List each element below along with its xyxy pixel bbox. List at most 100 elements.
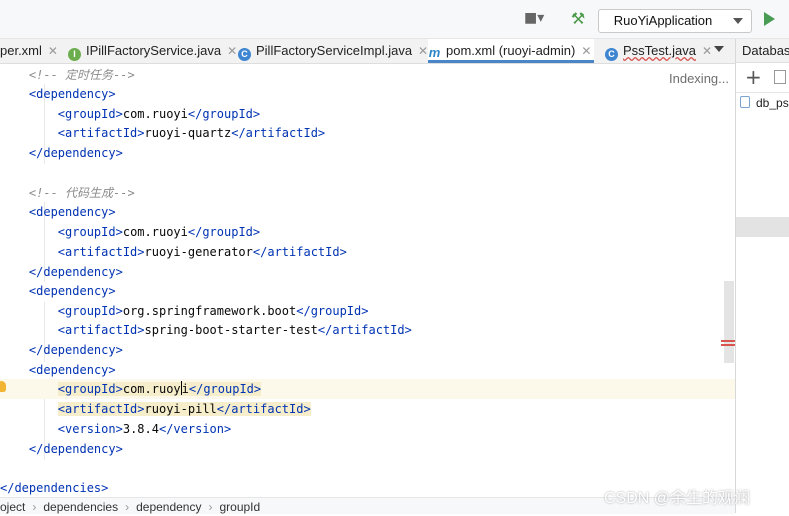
code-line: <!-- 定时任务--> <box>0 65 735 85</box>
code-line: <artifactId>ruoyi-quartz</artifactId> <box>57 126 326 140</box>
code-text: spring-boot-starter-test <box>144 323 318 337</box>
close-icon[interactable]: ✕ <box>227 44 237 58</box>
tag-name: dependency <box>43 146 116 160</box>
indexing-status: Indexing... <box>669 71 729 86</box>
tabs-overflow-chevron-icon[interactable] <box>714 46 724 52</box>
database-tree-item[interactable]: db_ps <box>740 96 789 114</box>
breadcrumb-item[interactable]: dependencies <box>43 500 118 514</box>
run-configuration-select[interactable]: RuoYiApplication <box>598 9 752 33</box>
code-line: <version>3.8.4</version> <box>57 422 232 436</box>
tag-name: groupId <box>65 225 116 239</box>
tab-ipillfactoryservice[interactable]: I IPillFactoryService.java ✕ <box>68 39 237 63</box>
code-editor[interactable]: <!-- 定时任务--> <dependency> <groupId>com.r… <box>0 64 735 496</box>
code-text: com.ruoy <box>122 382 181 396</box>
user-icon[interactable]: ■▾ <box>524 10 554 28</box>
code-text: com.ruoyi <box>122 225 188 239</box>
code-text: ruoyi-generator <box>144 245 253 259</box>
tab-label: PillFactoryServiceImpl.java <box>256 43 413 58</box>
tag-name: groupId <box>65 382 116 396</box>
tag-name: artifactId <box>65 245 138 259</box>
breadcrumb-separator-icon: › <box>32 500 37 514</box>
panel-highlight-row <box>736 217 789 237</box>
code-line: </dependency> <box>28 265 123 279</box>
breadcrumb-item[interactable]: dependency <box>136 500 201 514</box>
code-line: <!-- 代码生成--> <box>0 183 735 203</box>
tag-name: artifactId <box>231 402 304 416</box>
breadcrumb-item[interactable]: groupId <box>219 500 260 514</box>
watermark: CSDN @余生的观澜 <box>604 490 751 507</box>
tab-per-xml[interactable]: per.xml ✕ <box>0 39 58 63</box>
code-line: </dependency> <box>28 343 123 357</box>
tag-name: groupId <box>65 304 116 318</box>
build-hammer-icon[interactable]: ⚒ <box>567 8 589 30</box>
class-icon: C <box>238 48 251 61</box>
lightbulb-icon[interactable] <box>0 381 6 392</box>
code-line-current: <groupId>com.ruoyi</groupId> <box>0 379 735 399</box>
breadcrumb-separator-icon: › <box>125 500 130 514</box>
code-comment: <!-- 定时任务--> <box>28 68 135 82</box>
code-text: ruoyi-quartz <box>144 126 232 140</box>
code-text: ruoyi-pill <box>144 402 217 416</box>
code-line: <dependency> <box>28 87 116 101</box>
top-toolbar: ■▾ ⚒ RuoYiApplication <box>0 0 789 39</box>
code-text: 3.8.4 <box>122 422 159 436</box>
tab-label: pom.xml (ruoyi-admin) <box>446 43 576 58</box>
tag-name: artifactId <box>65 323 138 337</box>
tag-name: groupId <box>65 107 116 121</box>
tag-name: artifactId <box>267 245 340 259</box>
code-comment: <!-- 代码生成--> <box>28 186 135 200</box>
database-name: db_ps <box>756 96 789 110</box>
close-icon[interactable]: ✕ <box>581 44 591 58</box>
run-play-icon[interactable] <box>764 12 775 26</box>
chevron-down-icon <box>733 18 743 24</box>
error-stripe-marker[interactable] <box>721 340 735 342</box>
editor-tab-bar: per.xml ✕ I IPillFactoryService.java ✕ C Pil… <box>0 39 735 64</box>
tab-pillfactoryserviceimpl[interactable]: C PillFactoryServiceImpl.java ✕ <box>238 39 428 63</box>
maven-icon: m <box>428 45 441 60</box>
database-panel-title: Database <box>736 39 789 63</box>
code-text: org.springframework.boot <box>122 304 297 318</box>
code-line: <groupId>com.ruoyi</groupId> <box>57 225 261 239</box>
code-line: <artifactId>spring-boot-starter-test</ar… <box>57 323 412 337</box>
code-line: </dependency> <box>28 146 123 160</box>
add-icon[interactable]: + <box>745 66 762 88</box>
database-icon <box>740 96 750 108</box>
tab-label: IPillFactoryService.java <box>86 43 222 58</box>
tag-name: dependency <box>43 343 116 357</box>
code-text: i <box>181 382 189 396</box>
tag-name: artifactId <box>65 126 138 140</box>
tag-name: dependency <box>36 363 109 377</box>
code-line: <artifactId>ruoyi-pill</artifactId> <box>57 402 311 416</box>
tag-name: groupId <box>202 107 253 121</box>
breadcrumb-separator-icon: › <box>208 500 213 514</box>
code-line: <dependency> <box>28 363 116 377</box>
editor-scrollbar-thumb[interactable] <box>724 281 734 363</box>
class-icon: C <box>605 48 618 61</box>
close-icon[interactable]: ✕ <box>702 44 712 58</box>
tab-pom-xml[interactable]: m pom.xml (ruoyi-admin) ✕ <box>428 39 594 63</box>
code-line: <groupId>com.ruoyi</groupId> <box>57 107 261 121</box>
run-configuration-label: RuoYiApplication <box>613 13 713 28</box>
tag-name: version <box>65 422 116 436</box>
copy-icon[interactable] <box>774 70 786 84</box>
tag-name: artifactId <box>65 402 138 416</box>
tag-name: version <box>173 422 224 436</box>
database-panel: Database + db_ps <box>735 39 789 513</box>
code-line: </dependency> <box>28 442 123 456</box>
tag-name: artifactId <box>245 126 318 140</box>
code-line: <artifactId>ruoyi-generator</artifactId> <box>57 245 347 259</box>
tag-name: dependencies <box>14 481 102 495</box>
close-icon[interactable]: ✕ <box>48 44 58 58</box>
tab-label: PssTest.java <box>623 43 696 58</box>
error-stripe-marker[interactable] <box>721 344 735 346</box>
tab-psstest[interactable]: C PssTest.java ✕ <box>605 39 712 63</box>
code-line: <dependency> <box>28 284 116 298</box>
tag-name: groupId <box>310 304 362 318</box>
database-toolbar: + <box>736 64 789 93</box>
tag-name: groupId <box>203 382 254 396</box>
close-icon[interactable]: ✕ <box>418 44 428 58</box>
code-text: com.ruoyi <box>122 107 188 121</box>
tag-name: dependency <box>43 442 116 456</box>
breadcrumb-item[interactable]: oject <box>0 500 25 514</box>
tag-name: dependency <box>43 265 116 279</box>
